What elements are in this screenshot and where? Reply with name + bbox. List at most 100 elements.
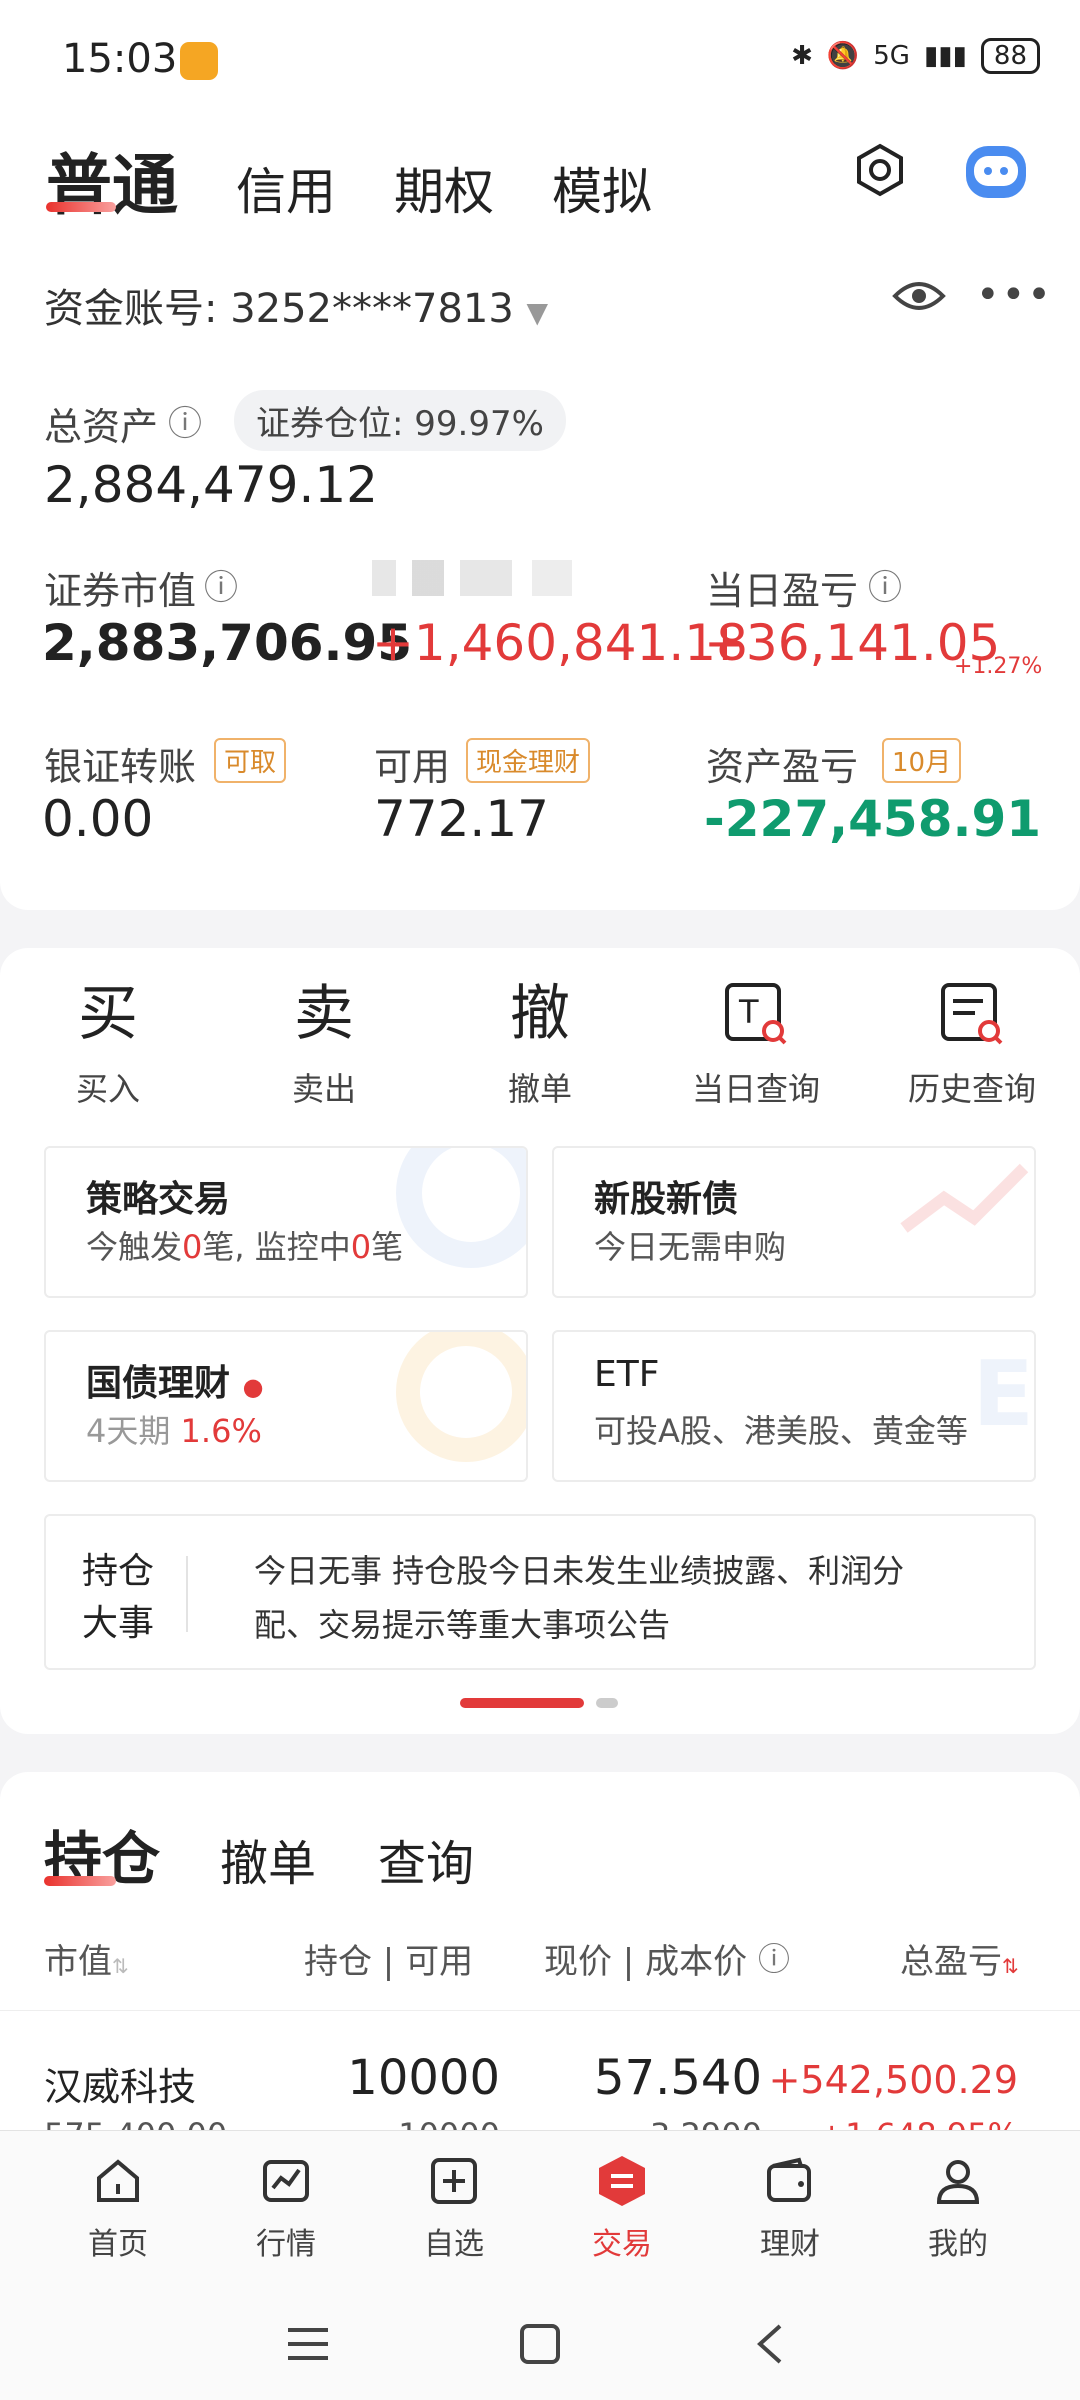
sell-button[interactable]: 卖 卖出 (244, 974, 404, 1110)
info-icon[interactable]: ⓘ (758, 1934, 790, 1980)
buy-icon: 买 (78, 979, 138, 1049)
market-value-label: 证券市值 (44, 569, 197, 613)
header-market-value: 市值 (44, 1942, 112, 1982)
month-tag[interactable]: 10月 (882, 738, 962, 783)
ipo-card[interactable]: 新股新债 今日无需申购 (552, 1146, 1036, 1298)
today-query-button[interactable]: T 当日查询 (676, 974, 836, 1110)
header-price: 现价 | 成本价 (544, 1942, 748, 1982)
tab-credit[interactable]: 信用 (236, 152, 336, 224)
divider (186, 1556, 188, 1632)
trade-actions-card: 买 买入 卖 卖出 撤 撤单 T 当日查询 历史查询 策略交易 今触发 0笔, 监… (0, 948, 1080, 1734)
history-query-button[interactable]: 历史查询 (892, 974, 1052, 1110)
nav-watchlist-label: 自选 (424, 2227, 484, 2262)
etf-title: ETF (594, 1354, 660, 1395)
position-ratio-badge: 证券仓位: 99.97% (234, 390, 566, 451)
account-summary-card: 普通 信用 期权 模拟 资金账号: 3252****7813 ▼ ••• 总资产… (0, 120, 1080, 910)
carousel-indicator[interactable] (596, 1698, 618, 1708)
sell-icon: 卖 (294, 979, 354, 1049)
buy-label: 买入 (75, 1070, 140, 1108)
bond-term: 4天期 (86, 1412, 171, 1450)
sort-market-value[interactable]: 市值⇅ (44, 1934, 129, 1983)
trade-icon (552, 2151, 692, 2211)
bond-subtitle: 4天期 1.6% (86, 1406, 262, 1452)
sort-desc-icon: ⇅ (1002, 1954, 1019, 1978)
active-tab-indicator (44, 1876, 116, 1886)
plus-square-icon (384, 2151, 524, 2211)
active-tab-indicator (46, 202, 116, 212)
strategy-sub-a: 今触发 (86, 1228, 183, 1266)
bank-transfer-label[interactable]: 银证转账 (44, 736, 196, 791)
events-label-1: 持仓 (82, 1551, 155, 1592)
account-label: 资金账号: (44, 286, 218, 332)
tab-options[interactable]: 期权 (394, 152, 494, 224)
stock-price: 57.540 (594, 2050, 762, 2106)
red-dot-icon: ● (242, 1373, 264, 1401)
more-icon[interactable]: ••• (976, 272, 1053, 318)
events-text: 今日无事 持仓股今日未发生业绩披露、利润分 配、交易提示等重大事项公告 (254, 1544, 904, 1652)
cancel-order-button[interactable]: 撤 撤单 (460, 974, 620, 1110)
nav-market[interactable]: 行情 (216, 2151, 356, 2263)
asset-pl-value: -227,458.91 (704, 790, 1042, 848)
tab-cancel-orders[interactable]: 撤单 (220, 1824, 316, 1894)
total-assets-label: 总资产 (44, 405, 159, 449)
daily-pl-label: 当日盈亏 (706, 569, 859, 613)
cancel-order-label: 撤单 (507, 1070, 572, 1108)
strategy-count-b: 0 (350, 1228, 372, 1266)
eye-icon[interactable] (892, 276, 946, 320)
nav-home[interactable]: 首页 (48, 2151, 188, 2263)
decorative-circle (396, 1332, 526, 1462)
etf-card[interactable]: E ETF 可投A股、港美股、黄金等 (552, 1330, 1036, 1482)
home-icon (48, 2151, 188, 2211)
bank-transfer-value: 0.00 (42, 790, 154, 848)
tab-query[interactable]: 查询 (378, 1824, 474, 1894)
status-time: 15:03 (62, 36, 178, 82)
nav-wealth[interactable]: 理财 (720, 2151, 860, 2263)
events-label-2: 大事 (82, 1603, 155, 1644)
account-number-row[interactable]: 资金账号: 3252****7813 ▼ (44, 276, 548, 334)
market-value: 2,883,706.95 (42, 614, 413, 672)
holding-events-card[interactable]: 持仓 大事 今日无事 持仓股今日未发生业绩披露、利润分 配、交易提示等重大事项公… (44, 1514, 1036, 1670)
nav-profile[interactable]: 我的 (888, 2151, 1028, 2263)
nav-trade-label: 交易 (592, 2227, 652, 2262)
total-assets-value: 2,884,479.12 (44, 456, 378, 514)
strategy-trading-card[interactable]: 策略交易 今触发0笔, 监控中0笔 (44, 1146, 528, 1298)
ipo-title: 新股新债 (594, 1179, 739, 1220)
strategy-title: 策略交易 (86, 1179, 231, 1220)
cash-management-tag[interactable]: 现金理财 (466, 738, 591, 783)
table-row[interactable]: 汉威科技 575,400.00 10000 10000 57.540 3.290… (0, 2012, 1080, 2132)
tab-simulation[interactable]: 模拟 (552, 152, 652, 224)
info-icon[interactable]: ⓘ (204, 560, 238, 609)
etf-subtitle: 可投A股、港美股、黄金等 (594, 1412, 968, 1450)
header-total-pl: 总盈亏 (900, 1942, 1002, 1982)
nav-trade[interactable]: 交易 (552, 2151, 692, 2263)
settings-icon[interactable] (852, 142, 908, 198)
home-square-icon[interactable] (518, 2322, 562, 2370)
buy-button[interactable]: 买 买入 (28, 974, 188, 1110)
bond-rate: 1.6% (180, 1412, 262, 1450)
carousel-indicator-active (460, 1698, 584, 1708)
strategy-subtitle: 今触发0笔, 监控中0笔 (86, 1222, 403, 1268)
info-icon[interactable]: ⓘ (168, 396, 202, 445)
sort-total-pl[interactable]: 总盈亏⇅ (900, 1934, 1019, 1983)
today-query-glyph: T (738, 993, 759, 1031)
treasury-bond-card[interactable]: 国债理财 ● 4天期 1.6% (44, 1330, 528, 1482)
signal-icon: ▮▮▮ (923, 41, 967, 71)
nav-home-label: 首页 (88, 2227, 148, 2262)
nav-market-label: 行情 (256, 2227, 316, 2262)
stock-name: 汉威科技 (44, 2065, 197, 2109)
status-icons: ✱ 🔕 5G ▮▮▮ 88 (791, 38, 1040, 74)
info-icon[interactable]: ⓘ (868, 560, 902, 609)
account-number: 3252****7813 (230, 286, 514, 332)
trend-icon (894, 1148, 1034, 1248)
strategy-sub-b: 笔, 监控中 (202, 1228, 351, 1266)
tab-normal[interactable]: 普通 (46, 132, 178, 228)
bottom-navigation: 首页 行情 自选 交易 理财 我的 (0, 2130, 1080, 2280)
back-icon[interactable] (752, 2322, 788, 2370)
robot-assistant-icon[interactable] (958, 136, 1034, 206)
history-query-icon (892, 974, 1052, 1054)
nav-watchlist[interactable]: 自选 (384, 2151, 524, 2263)
nav-wealth-label: 理财 (760, 2227, 820, 2262)
signal-5g-icon: 5G (873, 41, 910, 71)
menu-icon[interactable] (286, 2324, 330, 2368)
available-label: 可用 (374, 745, 451, 789)
